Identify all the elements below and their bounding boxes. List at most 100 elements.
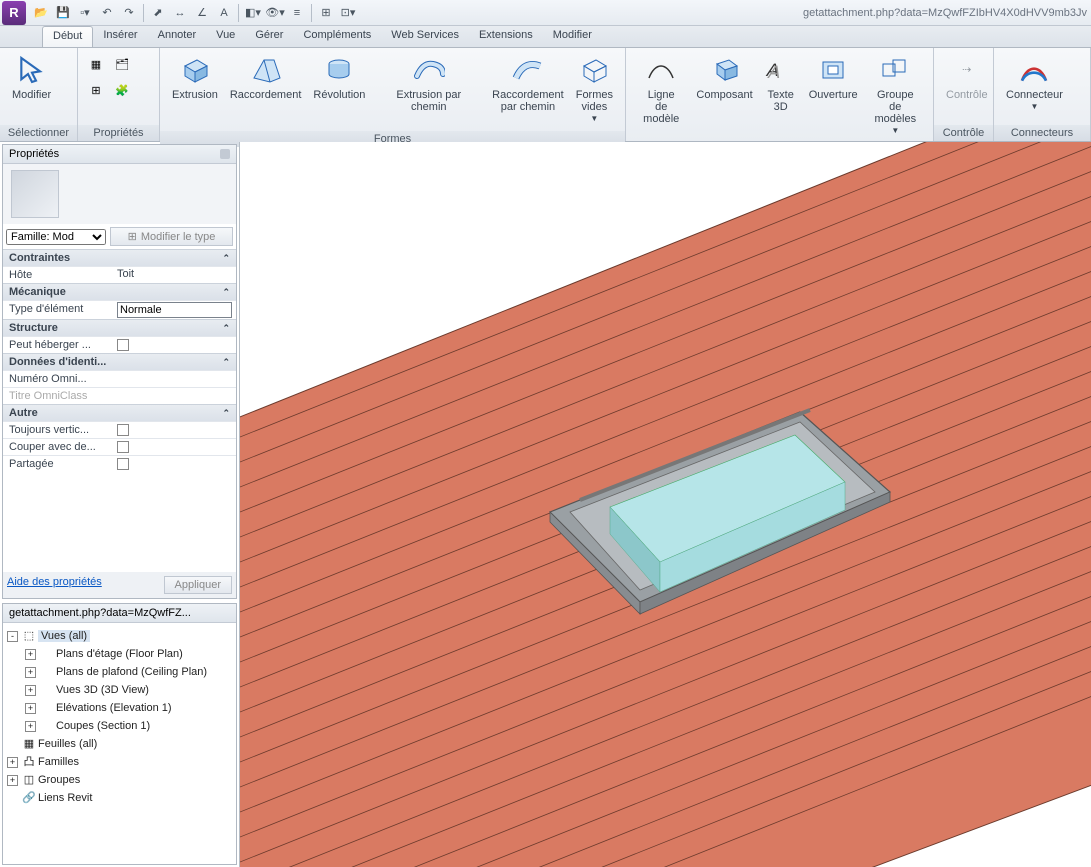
revolution-label: Révolution	[313, 89, 365, 101]
composant-label: Composant	[696, 89, 752, 101]
tree-node[interactable]: -⬚Vues (all)	[7, 627, 232, 645]
window-title: getattachment.php?data=MzQwfFZIbHV4X0dHV…	[359, 7, 1091, 19]
edit-type-button[interactable]: ⊞Modifier le type	[110, 227, 233, 246]
tree-node[interactable]: 🔗Liens Revit	[7, 789, 232, 807]
tree-expander[interactable]: -	[7, 631, 18, 642]
qat-cube-icon[interactable]: ◧▾	[242, 2, 264, 24]
qat-text-icon[interactable]: A	[213, 2, 235, 24]
prop-input[interactable]	[117, 302, 232, 318]
ligne-modele-button[interactable]: Lignede modèle	[632, 52, 690, 127]
qat-cursor-icon[interactable]: ⬈	[147, 2, 169, 24]
tab-complements[interactable]: Compléments	[293, 26, 381, 47]
tree-expander[interactable]: +	[25, 703, 36, 714]
extrusion-chemin-icon	[413, 54, 445, 86]
chevron-up-icon: ⌃	[222, 323, 230, 334]
extrusion-icon	[179, 54, 211, 86]
prop-value[interactable]	[113, 439, 236, 455]
prop-category[interactable]: Données d'identi...⌃	[3, 353, 236, 370]
tab-web-services[interactable]: Web Services	[381, 26, 469, 47]
composant-button[interactable]: Composant	[690, 52, 758, 103]
tree-node[interactable]: +凸Familles	[7, 753, 232, 771]
controle-button[interactable]: ⇢ Contrôle	[940, 52, 994, 103]
texte-3d-button[interactable]: AATexte3D	[759, 52, 803, 115]
qat-undo-icon[interactable]: ↶	[96, 2, 118, 24]
formes-vides-button[interactable]: Formesvides▼	[570, 52, 619, 127]
ouverture-label: Ouverture	[809, 89, 858, 101]
raccordement-chemin-button[interactable]: Raccordementpar chemin	[486, 52, 570, 115]
extrusion-chemin-button[interactable]: Extrusion par chemin	[371, 52, 486, 115]
properties-param-icon[interactable]: ⊞	[84, 78, 108, 102]
type-selector[interactable]: Famille: Mod	[6, 229, 106, 245]
groupe-modeles-button[interactable]: Groupede modèles▼	[864, 52, 927, 139]
app-menu-button[interactable]: R	[2, 1, 26, 25]
qat-angle-icon[interactable]: ∠	[191, 2, 213, 24]
qat-switch-window-icon[interactable]: ⊡▾	[337, 2, 359, 24]
qat-measure-icon[interactable]: ↔	[169, 2, 191, 24]
tree-label: Vues (all)	[38, 630, 90, 642]
raccordement-button[interactable]: Raccordement	[224, 52, 308, 103]
groupe-modeles-icon	[879, 54, 911, 86]
tree-expander[interactable]: +	[25, 649, 36, 660]
apply-button[interactable]: Appliquer	[164, 576, 232, 594]
tab-annoter[interactable]: Annoter	[148, 26, 207, 47]
prop-category[interactable]: Mécanique⌃	[3, 283, 236, 300]
viewport-3d[interactable]	[240, 142, 1091, 867]
checkbox[interactable]	[117, 339, 129, 351]
checkbox[interactable]	[117, 424, 129, 436]
tree-expander[interactable]: +	[25, 685, 36, 696]
tree-node[interactable]: +◫Groupes	[7, 771, 232, 789]
ligne-modele-label: de modèle	[638, 101, 684, 125]
type-preview	[3, 164, 236, 224]
qat-window-icon[interactable]: ⊞	[315, 2, 337, 24]
modifier-button[interactable]: Modifier	[6, 52, 57, 103]
properties-family-icon[interactable]: 🧩	[110, 78, 134, 102]
qat-open-icon[interactable]: 📂	[30, 2, 52, 24]
tree-node[interactable]: +Plans d'étage (Floor Plan)	[7, 645, 232, 663]
prop-value[interactable]	[113, 337, 236, 353]
tree-node[interactable]: +Vues 3D (3D View)	[7, 681, 232, 699]
qat-eye-icon[interactable]: 👁▾	[264, 2, 286, 24]
tab-vue[interactable]: Vue	[206, 26, 245, 47]
revolution-button[interactable]: Révolution	[307, 52, 371, 103]
tab-gerer[interactable]: Gérer	[245, 26, 293, 47]
tree-expander[interactable]: +	[25, 721, 36, 732]
checkbox[interactable]	[117, 458, 129, 470]
edit-type-icon: ⊞	[128, 230, 137, 243]
tree-expander[interactable]: +	[25, 667, 36, 678]
qat-box-icon[interactable]: ▫▾	[74, 2, 96, 24]
properties-grid-icon[interactable]: ▦	[84, 52, 108, 76]
tree-expander[interactable]: +	[7, 757, 18, 768]
prop-category[interactable]: Structure⌃	[3, 319, 236, 336]
prop-key: Peut héberger ...	[3, 337, 113, 353]
qat-sep	[311, 4, 312, 22]
groupe-modeles-label: de modèles	[870, 101, 921, 125]
qat-section-icon[interactable]: ≡	[286, 2, 308, 24]
properties-help-link[interactable]: Aide des propriétés	[7, 576, 158, 594]
raccordement-label: Raccordement	[230, 89, 302, 101]
prop-category[interactable]: Autre⌃	[3, 404, 236, 421]
extrusion-button[interactable]: Extrusion	[166, 52, 224, 103]
tree-expander[interactable]: +	[7, 775, 18, 786]
prop-value[interactable]	[113, 422, 236, 438]
qat-redo-icon[interactable]: ↷	[118, 2, 140, 24]
prop-category[interactable]: Contraintes⌃	[3, 249, 236, 266]
tree-node[interactable]: ▦Feuilles (all)	[7, 735, 232, 753]
checkbox[interactable]	[117, 441, 129, 453]
tab-extensions[interactable]: Extensions	[469, 26, 543, 47]
tab-debut[interactable]: Début	[42, 26, 93, 47]
composant-icon	[709, 54, 741, 86]
prop-value[interactable]	[113, 301, 236, 319]
ouverture-button[interactable]: Ouverture	[803, 52, 864, 103]
tree-node[interactable]: +Coupes (Section 1)	[7, 717, 232, 735]
tab-inserer[interactable]: Insérer	[93, 26, 147, 47]
prop-value[interactable]	[113, 456, 236, 472]
qat-save-icon[interactable]: 💾	[52, 2, 74, 24]
tree-node[interactable]: +Elévations (Elevation 1)	[7, 699, 232, 717]
close-icon[interactable]	[220, 149, 230, 159]
tree-node[interactable]: +Plans de plafond (Ceiling Plan)	[7, 663, 232, 681]
tab-modifier[interactable]: Modifier	[543, 26, 602, 47]
chevron-up-icon: ⌃	[222, 253, 230, 264]
connecteur-button[interactable]: Connecteur ▼	[1000, 52, 1069, 115]
properties-types-icon[interactable]: 🗂	[110, 52, 134, 76]
project-browser: getattachment.php?data=MzQwfFZ... -⬚Vues…	[2, 603, 237, 865]
